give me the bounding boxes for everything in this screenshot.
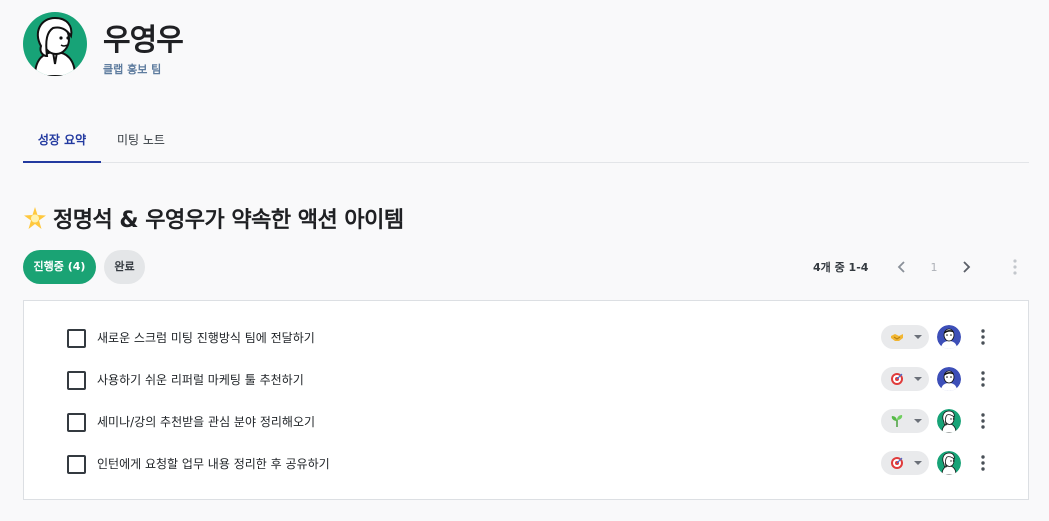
- pagination-summary: 4개 중 1-4: [813, 261, 869, 274]
- item-text[interactable]: 새로운 스크럼 미팅 진행방식 팀에 전달하기: [97, 329, 315, 346]
- category-dropdown[interactable]: [881, 451, 929, 475]
- action-item-list: 새로운 스크럼 미팅 진행방식 팀에 전달하기 사용하기 쉬운 리퍼럴 마케팅 …: [23, 300, 1029, 500]
- male-person-avatar-icon: [937, 325, 961, 349]
- item-more-button[interactable]: [976, 370, 990, 388]
- profile-header: 우영우 클랩 홍보 팀: [23, 12, 184, 76]
- more-vertical-icon: [981, 413, 985, 429]
- profile-name: 우영우: [103, 23, 184, 58]
- list-options-button[interactable]: [1008, 257, 1022, 277]
- assignee-avatar[interactable]: [937, 325, 961, 349]
- list-item: 새로운 스크럼 미팅 진행방식 팀에 전달하기: [24, 316, 1028, 358]
- chevron-right-icon: [963, 261, 971, 273]
- filter-completed[interactable]: 완료: [104, 250, 145, 284]
- profile-avatar: [23, 12, 87, 76]
- chevron-down-icon: [914, 461, 922, 465]
- person-illustration-icon: [33, 16, 77, 76]
- female-person-avatar-icon: [937, 451, 961, 475]
- section-title-text: 정명석 & 우영우가 약속한 액션 아이템: [53, 208, 404, 233]
- chevron-down-icon: [914, 419, 922, 423]
- assignee-avatar[interactable]: [937, 367, 961, 391]
- list-item: 세미나/강의 추천받을 관심 분야 정리해오기: [24, 400, 1028, 442]
- target-icon: [891, 457, 903, 469]
- sparkle-star-icon: [24, 207, 46, 229]
- item-more-button[interactable]: [976, 412, 990, 430]
- item-text[interactable]: 사용하기 쉬운 리퍼럴 마케팅 툴 추천하기: [97, 371, 304, 388]
- more-vertical-icon: [981, 455, 985, 471]
- item-text[interactable]: 인턴에게 요청할 업무 내용 정리한 후 공유하기: [97, 455, 330, 472]
- filter-in-progress[interactable]: 진행중 (4): [23, 250, 96, 284]
- item-checkbox[interactable]: [67, 329, 86, 348]
- assignee-avatar[interactable]: [937, 451, 961, 475]
- list-item: 인턴에게 요청할 업무 내용 정리한 후 공유하기: [24, 442, 1028, 484]
- chevron-left-icon: [897, 261, 905, 273]
- handshake-icon: [891, 334, 903, 341]
- female-person-avatar-icon: [937, 409, 961, 433]
- profile-team: 클랩 홍보 팀: [103, 63, 162, 76]
- more-vertical-icon: [981, 371, 985, 387]
- prev-page-button[interactable]: [894, 257, 910, 277]
- item-more-button[interactable]: [976, 328, 990, 346]
- list-item: 사용하기 쉬운 리퍼럴 마케팅 툴 추천하기: [24, 358, 1028, 400]
- item-checkbox[interactable]: [67, 371, 86, 390]
- section-title: 정명석 & 우영우가 약속한 액션 아이템: [23, 202, 404, 234]
- more-vertical-icon: [981, 329, 985, 345]
- category-dropdown[interactable]: [881, 325, 929, 349]
- target-icon: [891, 373, 903, 385]
- male-person-avatar-icon: [937, 367, 961, 391]
- assignee-avatar[interactable]: [937, 409, 961, 433]
- item-more-button[interactable]: [976, 454, 990, 472]
- chevron-down-icon: [914, 377, 922, 381]
- item-checkbox[interactable]: [67, 413, 86, 432]
- current-page-number[interactable]: 1: [926, 257, 942, 277]
- next-page-button[interactable]: [958, 257, 974, 277]
- chevron-down-icon: [914, 335, 922, 339]
- more-vertical-icon: [1013, 259, 1017, 275]
- category-dropdown[interactable]: [881, 367, 929, 391]
- tab-meeting-notes[interactable]: 미팅 노트: [117, 128, 165, 161]
- tab-growth-summary[interactable]: 성장 요약: [23, 128, 101, 163]
- tab-bar: 성장 요약 미팅 노트: [23, 128, 1029, 163]
- item-text[interactable]: 세미나/강의 추천받을 관심 분야 정리해오기: [97, 413, 315, 430]
- sprout-icon: [891, 415, 903, 427]
- category-dropdown[interactable]: [881, 409, 929, 433]
- item-checkbox[interactable]: [67, 455, 86, 474]
